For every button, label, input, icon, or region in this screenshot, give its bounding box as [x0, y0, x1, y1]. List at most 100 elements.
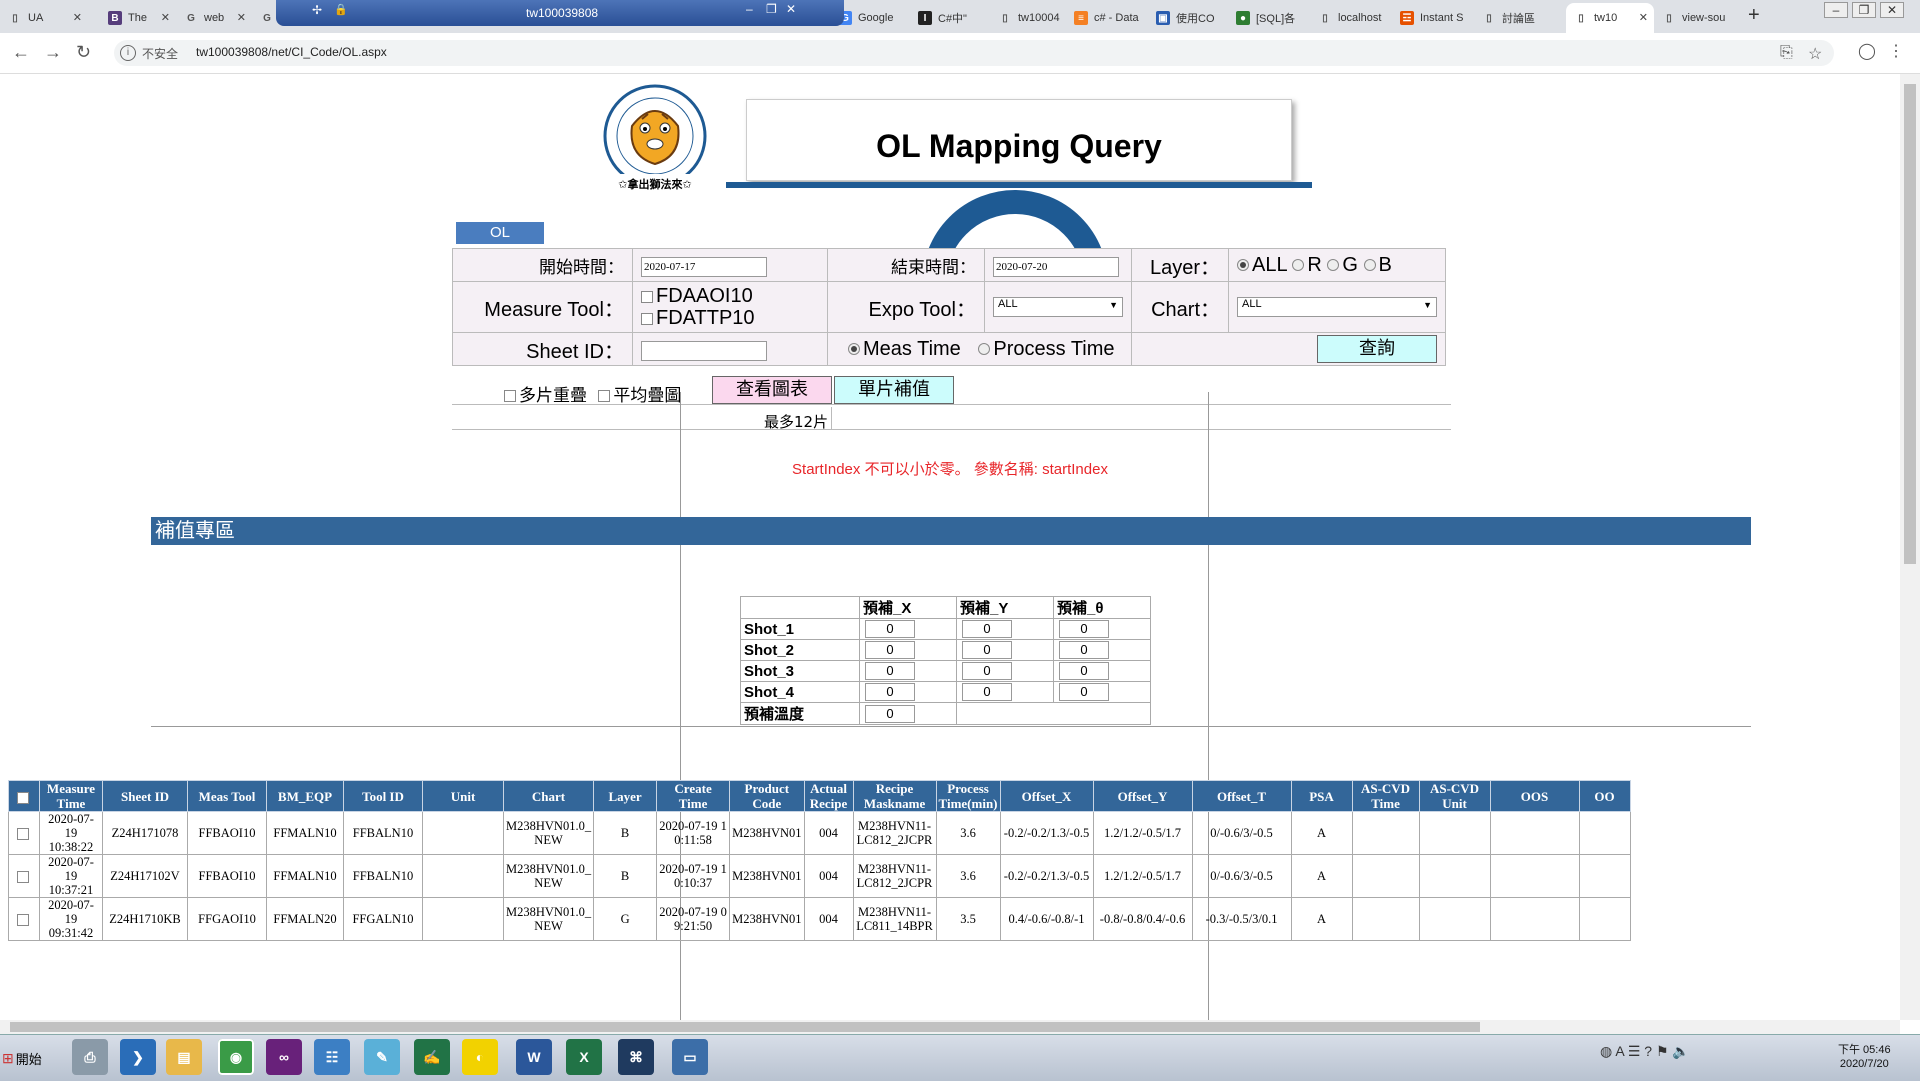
browser-tab[interactable]: ▣ 使用CO [1148, 3, 1228, 33]
start-time-input[interactable] [641, 257, 767, 277]
layer-r-radio[interactable] [1292, 259, 1305, 272]
excel-icon[interactable]: X [566, 1039, 602, 1075]
select-all-checkbox[interactable] [16, 791, 29, 804]
network-icon[interactable]: ◍ [1600, 1043, 1612, 1059]
column-header[interactable]: Process Time(min) [935, 780, 1001, 812]
minimize-window-button[interactable]: – [1824, 2, 1848, 18]
restore-window-button[interactable]: ❐ [1852, 2, 1876, 18]
horizontal-scroll-thumb[interactable] [10, 1022, 1480, 1032]
profile-icon[interactable]: ◯ [1858, 41, 1876, 61]
expo-tool-select[interactable]: ALL ▼ [993, 297, 1123, 317]
single-compensation-button[interactable]: 單片補值 [834, 376, 954, 404]
table-row[interactable]: 2020-07-19 10:38:22 Z24H171078 FFBAOI10 FFM… [8, 811, 1631, 855]
close-tab-icon[interactable]: ✕ [237, 11, 246, 24]
network-tool-icon[interactable]: ☷ [314, 1039, 350, 1075]
clock[interactable]: 下午 05:46 2020/7/20 [1838, 1043, 1891, 1071]
menu-icon[interactable]: ⋮ [1888, 41, 1904, 61]
browser-tab[interactable]: ▯ tw10 ✕ [1566, 3, 1654, 33]
comp-input-t[interactable]: 0 [1059, 662, 1109, 680]
browser-tab[interactable]: ▯ view-sou [1654, 3, 1740, 33]
column-header[interactable]: AS-CVD Unit [1418, 780, 1491, 812]
average-checkbox[interactable] [598, 390, 611, 402]
browser-tab[interactable]: ● [SQL]各 [1228, 3, 1310, 33]
vertical-scrollbar[interactable] [1900, 74, 1920, 1020]
info-icon[interactable]: i [120, 45, 136, 61]
url-text[interactable]: tw100039808/net/CI_Code/OL.aspx [196, 45, 387, 59]
row-checkbox[interactable] [16, 914, 29, 927]
browser-tab[interactable]: ☲ Instant S [1392, 3, 1474, 33]
ime-icon[interactable]: A [1615, 1043, 1624, 1059]
sheet-id-input[interactable] [641, 341, 767, 361]
process-time-radio[interactable] [978, 343, 991, 356]
bookmark-star-icon[interactable]: ☆ [1808, 44, 1822, 64]
fdattp10-checkbox[interactable] [641, 312, 653, 325]
explorer-icon[interactable]: ▤ [166, 1039, 202, 1075]
column-header[interactable]: Chart [502, 780, 595, 812]
browser-tab[interactable]: B The ✕ [100, 3, 176, 33]
forward-icon[interactable]: → [44, 42, 62, 63]
help-icon[interactable]: ? [1644, 1043, 1652, 1059]
remote-restore-icon[interactable]: ❐ [766, 2, 777, 16]
new-tab-button[interactable]: + [1748, 4, 1760, 27]
query-button[interactable]: 查詢 [1317, 335, 1437, 363]
close-tab-icon[interactable]: ✕ [73, 11, 82, 24]
comp-input-y[interactable]: 0 [962, 620, 1012, 638]
omnibox[interactable]: i 不安全 tw100039808/net/CI_Code/OL.aspx ⎘ … [114, 40, 1834, 66]
pin-icon[interactable]: ✢ [312, 3, 322, 17]
column-header[interactable]: Measure Time [39, 780, 103, 812]
excel-edit-icon[interactable]: ✍ [414, 1039, 450, 1075]
browser-tab[interactable]: ▯ UA ✕ [0, 3, 88, 33]
comp-input-x[interactable]: 0 [865, 662, 915, 680]
fdaaoi10-checkbox[interactable] [641, 290, 653, 303]
browser-tab[interactable]: ≡ c# - Data [1066, 3, 1148, 33]
column-header[interactable]: Actual Recipe [803, 780, 854, 812]
vertical-scroll-thumb[interactable] [1904, 84, 1916, 564]
view-chart-button[interactable]: 查看圖表 [712, 376, 832, 404]
comp-input-y[interactable]: 0 [962, 641, 1012, 659]
chart-select[interactable]: ALL ▼ [1237, 297, 1437, 317]
comp-input-x[interactable]: 0 [865, 683, 915, 701]
terminal-icon[interactable]: ⌘ [618, 1039, 654, 1075]
start-button[interactable]: ⊞ 開始 [2, 1045, 50, 1071]
sticky-icon[interactable]: ◐ [462, 1039, 498, 1075]
printer-icon[interactable]: ⎙ [72, 1039, 108, 1075]
column-header[interactable]: Offset_Y [1092, 780, 1193, 812]
end-time-input[interactable] [993, 257, 1119, 277]
layer-all-radio[interactable] [1237, 259, 1249, 272]
column-header[interactable]: Sheet ID [102, 780, 188, 812]
close-tab-icon[interactable]: ✕ [1639, 11, 1648, 24]
comp-input-t[interactable]: 0 [1059, 683, 1109, 701]
table-row[interactable]: 2020-07-19 10:37:21 Z24H17102V FFBAOI10 FFM… [8, 854, 1631, 898]
temp-input[interactable]: 0 [865, 704, 915, 723]
column-header[interactable]: Tool ID [343, 780, 423, 812]
row-checkbox[interactable] [16, 828, 29, 841]
column-header[interactable]: Offset_T [1191, 780, 1292, 812]
browser-tab[interactable]: Gweb ✕ [176, 3, 252, 33]
remote-desktop-icon[interactable]: ▭ [672, 1039, 708, 1075]
meas-time-radio[interactable] [848, 343, 860, 356]
volume-icon[interactable]: 🔈 [1672, 1043, 1689, 1059]
chrome-icon[interactable]: ◉ [218, 1039, 254, 1075]
layer-g-radio[interactable] [1327, 259, 1340, 272]
notepad-icon[interactable]: ✎ [364, 1039, 400, 1075]
word-icon[interactable]: W [516, 1039, 552, 1075]
column-header[interactable]: Product Code [729, 780, 805, 812]
column-header[interactable]: Meas Tool [187, 780, 267, 812]
column-header[interactable]: AS-CVD Time [1351, 780, 1420, 812]
back-icon[interactable]: ← [12, 42, 30, 63]
remote-minimize-icon[interactable]: – [746, 2, 753, 16]
comp-input-x[interactable]: 0 [865, 641, 915, 659]
table-row[interactable]: 2020-07-19 09:31:42 Z24H1710KB FFGAOI10 FFM… [8, 897, 1631, 941]
column-header[interactable]: OO [1578, 780, 1631, 812]
remote-close-icon[interactable]: ✕ [786, 2, 796, 16]
comp-input-y[interactable]: 0 [962, 662, 1012, 680]
row-checkbox[interactable] [16, 871, 29, 884]
browser-tab[interactable]: ▯ tw10004 [990, 3, 1066, 33]
horizontal-scrollbar[interactable] [0, 1020, 1900, 1034]
layer-b-radio[interactable] [1363, 259, 1376, 272]
column-header[interactable]: Create Time [656, 780, 731, 812]
comp-input-t[interactable]: 0 [1059, 641, 1109, 659]
overlay-checkbox[interactable] [504, 390, 516, 402]
browser-tab[interactable]: ▯ 討論區 [1474, 3, 1556, 33]
comp-input-x[interactable]: 0 [865, 620, 915, 638]
